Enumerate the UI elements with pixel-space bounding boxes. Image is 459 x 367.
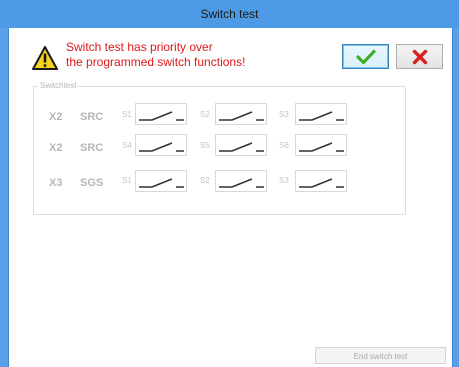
window-title: Switch test — [200, 7, 259, 21]
cancel-button[interactable] — [396, 44, 443, 69]
window-border-left — [0, 28, 8, 367]
switch-open-icon — [219, 111, 264, 121]
row-3-switch-2[interactable] — [215, 170, 267, 192]
row-2-port: X2 — [49, 142, 63, 154]
row-3-switch-1-label: S1 — [122, 176, 132, 185]
checkmark-icon — [355, 49, 376, 64]
row-3-switch-3[interactable] — [295, 170, 347, 192]
row-1-switch-3-label: S3 — [279, 110, 289, 119]
row-2-type: SRC — [80, 142, 104, 154]
row-1-port: X2 — [49, 111, 63, 123]
row-3-switch-3-label: S3 — [279, 176, 289, 185]
row-2-switch-1[interactable] — [135, 134, 187, 156]
row-2-switch-2[interactable] — [215, 134, 267, 156]
switchtest-group-label: Switchtest — [38, 80, 79, 91]
row-3-switch-2-label: S2 — [200, 176, 210, 185]
row-2-switch-2-label: S5 — [200, 141, 210, 150]
warning-line-1: Switch test has priority over — [66, 40, 213, 54]
warning-message: Switch test has priority over the progra… — [66, 40, 245, 70]
confirm-button[interactable] — [342, 44, 389, 69]
row-2-switch-3-label: S6 — [279, 141, 289, 150]
warning-line-2: the programmed switch functions! — [66, 55, 246, 69]
switch-open-icon — [139, 111, 184, 121]
switch-open-icon — [299, 178, 344, 188]
switch-open-icon — [299, 142, 344, 152]
switch-open-icon — [299, 111, 344, 121]
row-1-switch-3[interactable] — [295, 103, 347, 125]
row-2-switch-3[interactable] — [295, 134, 347, 156]
row-3-switch-1[interactable] — [135, 170, 187, 192]
row-1-switch-1-label: S1 — [122, 110, 132, 119]
switch-open-icon — [139, 178, 184, 188]
switch-open-icon — [139, 142, 184, 152]
row-3-type: SGS — [80, 177, 104, 189]
switch-open-icon — [219, 178, 264, 188]
row-2-switch-1-label: S4 — [122, 141, 132, 150]
row-1-switch-1[interactable] — [135, 103, 187, 125]
warning-icon — [32, 46, 58, 70]
row-1-switch-2-label: S2 — [200, 110, 210, 119]
red-x-icon — [412, 49, 427, 64]
end-switch-test-button[interactable]: End switch test — [315, 347, 446, 364]
row-3-port: X3 — [49, 177, 63, 189]
row-1-type: SRC — [80, 111, 104, 123]
switch-open-icon — [219, 142, 264, 152]
row-1-switch-2[interactable] — [215, 103, 267, 125]
